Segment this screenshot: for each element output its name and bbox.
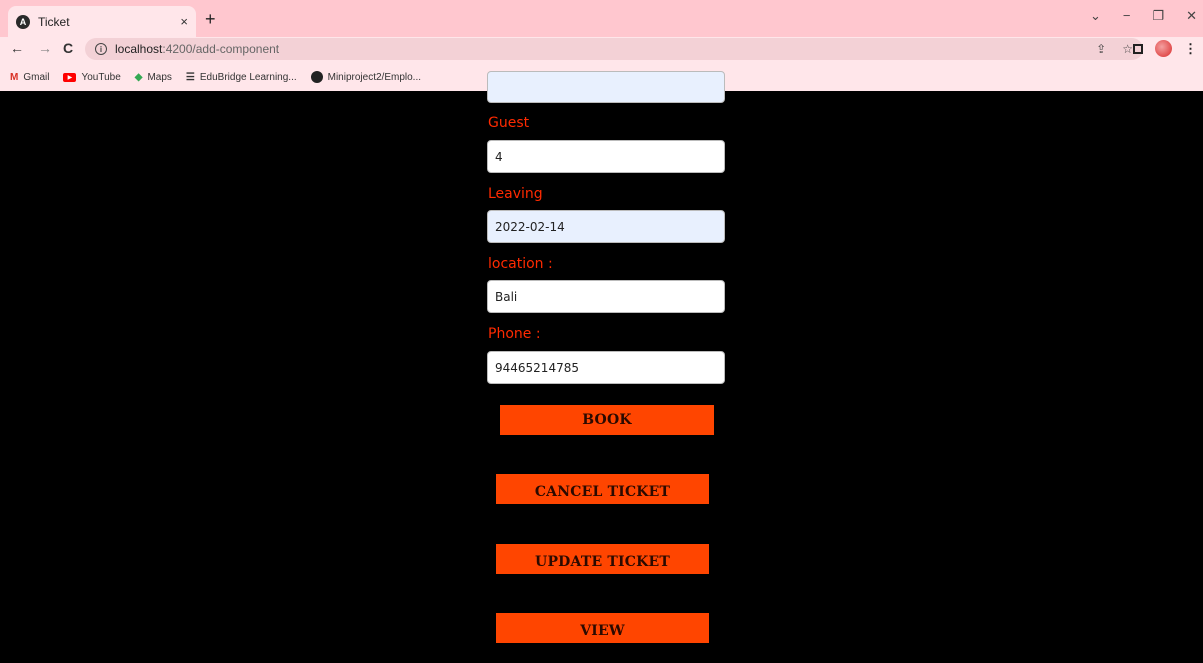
page-content: Guest 4 Leaving 2022-02-14 location : Ba… [0,71,1203,663]
bookmark-maps[interactable]: ◆ Maps [135,72,172,83]
angular-icon: A [16,14,30,29]
youtube-icon: ▶ [63,72,77,82]
update-ticket-button[interactable]: UPDATE TICKET [496,544,709,574]
reload-icon[interactable]: C [63,40,73,56]
view-button[interactable]: VIEW [496,613,709,643]
browser-window: A Ticket × + ⌄ − ❐ ✕ ← → C i localhost :… [0,0,1203,663]
site-info-icon[interactable]: i [95,43,107,55]
share-icon[interactable]: ⇪ [1096,42,1106,56]
bookmark-star-icon[interactable]: ☆ [1122,42,1133,56]
leaving-date-input[interactable]: 2022-02-14 [487,210,725,243]
side-panel-icon[interactable] [1133,43,1143,54]
phone-label: Phone : [488,326,541,342]
location-input[interactable]: Bali [487,280,725,313]
bookmark-miniproject[interactable]: Miniproject2/Emplo... [310,71,421,83]
close-window-button[interactable]: ✕ [1186,8,1197,24]
profile-avatar[interactable] [1155,40,1172,57]
guest-label: Guest [488,115,530,131]
window-controls: ⌄ − ❐ ✕ [1090,8,1197,24]
new-tab-button[interactable]: + [205,10,216,28]
gmail-icon: M [10,71,19,83]
tab-strip: A Ticket × + ⌄ − ❐ ✕ [0,0,1203,37]
maps-icon: ◆ [134,71,143,83]
location-label: location : [488,256,553,272]
forward-icon[interactable]: → [38,40,52,56]
url-host: localhost [115,42,163,56]
omnibox-actions: ⇪ ☆ [1096,42,1133,56]
leaving-label: Leaving [488,186,543,202]
tab-search-icon[interactable]: ⌄ [1090,8,1101,24]
guest-input[interactable]: 4 [487,140,725,173]
toolbar-right: ⋮ [1133,40,1197,57]
menu-kebab-icon[interactable]: ⋮ [1184,41,1197,57]
tab-title: Ticket [38,14,70,29]
edubridge-icon: ☰ [185,71,195,83]
phone-input[interactable]: 94465214785 [487,351,725,384]
github-icon [310,71,323,83]
bookmark-edubridge[interactable]: ☰ EduBridge Learning... [186,72,297,83]
tab-ticket[interactable]: A Ticket × [8,6,196,37]
bookmark-youtube[interactable]: ▶ YouTube [63,72,121,83]
close-tab-icon[interactable]: × [180,14,188,29]
address-bar[interactable]: i localhost :4200/add-component ⇪ ☆ [85,38,1143,60]
restore-button[interactable]: ❐ [1152,8,1164,24]
back-icon[interactable]: ← [10,40,24,56]
cancel-ticket-button[interactable]: CANCEL TICKET [496,474,709,504]
book-button[interactable]: BOOK [500,405,714,435]
bookmark-gmail[interactable]: M Gmail [10,72,49,83]
url-path: :4200/add-component [162,42,280,56]
top-field-input[interactable] [487,71,725,103]
minimize-button[interactable]: − [1123,8,1131,24]
browser-toolbar: ← → C i localhost :4200/add-component ⇪ … [0,37,1203,63]
